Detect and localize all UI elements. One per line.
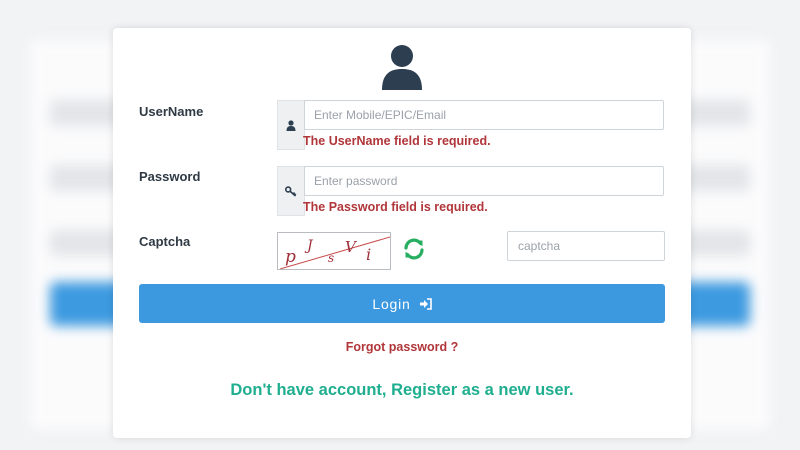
sign-in-icon	[419, 297, 432, 310]
user-avatar-icon	[382, 45, 422, 90]
username-addon	[277, 100, 305, 150]
key-icon	[285, 185, 297, 197]
username-input[interactable]	[304, 100, 664, 130]
password-label: Password	[139, 169, 201, 184]
password-addon	[277, 166, 305, 216]
refresh-icon[interactable]	[402, 237, 426, 261]
captcha-canvas: p J s V i	[279, 236, 390, 269]
login-label: Login	[372, 295, 411, 312]
username-error: The UserName field is required.	[303, 134, 491, 148]
captcha-char: s	[328, 251, 334, 265]
password-error: The Password field is required.	[303, 200, 488, 214]
captcha-input[interactable]	[507, 231, 665, 261]
captcha-char: p	[285, 247, 296, 267]
username-label: UserName	[139, 104, 204, 119]
captcha-image: p J s V i	[277, 232, 391, 270]
captcha-label: Captcha	[139, 234, 191, 249]
captcha-char: i	[366, 245, 371, 264]
captcha-char: J	[304, 238, 314, 254]
password-input[interactable]	[304, 166, 664, 196]
login-button[interactable]: Login	[139, 284, 665, 323]
forgot-password-link[interactable]: Forgot password ?	[113, 340, 691, 354]
login-card: UserName The UserName field is required.…	[113, 28, 691, 438]
register-link[interactable]: Don't have account, Register as a new us…	[113, 381, 691, 400]
user-icon	[286, 119, 296, 131]
